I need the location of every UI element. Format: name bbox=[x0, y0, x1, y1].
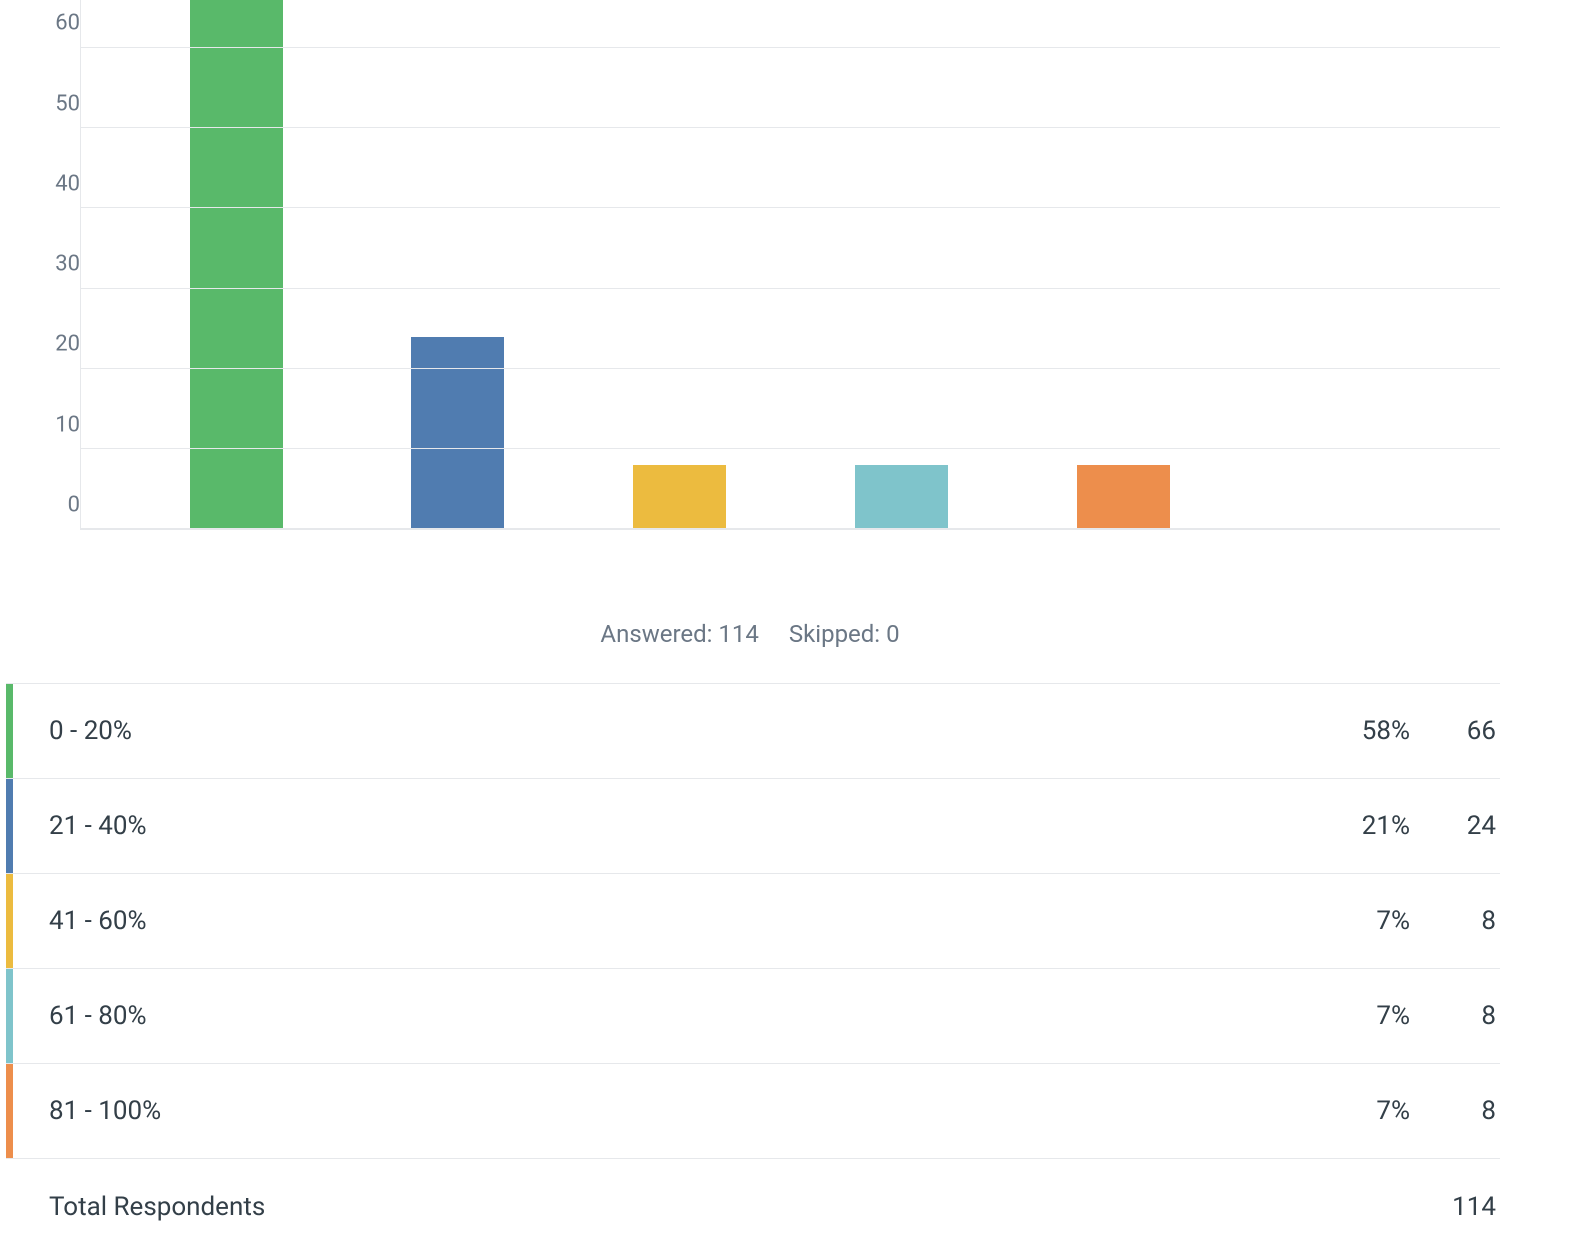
chart-bar bbox=[190, 0, 283, 529]
table-row: 0 - 20%58%66 bbox=[6, 683, 1500, 779]
table-row-percent: 7% bbox=[1290, 969, 1410, 1063]
table-row: 81 - 100%7%8 bbox=[6, 1063, 1500, 1159]
table-row-count: 8 bbox=[1410, 874, 1500, 968]
total-count: 114 bbox=[1410, 1192, 1500, 1222]
table-row-label: 61 - 80% bbox=[13, 969, 1290, 1063]
total-label: Total Respondents bbox=[13, 1192, 1290, 1222]
answered-count: Answered: 114 bbox=[600, 620, 758, 648]
chart-bar bbox=[1077, 465, 1170, 529]
table-row: 61 - 80%7%8 bbox=[6, 968, 1500, 1064]
table-row-percent: 7% bbox=[1290, 1064, 1410, 1158]
table-row-label: 21 - 40% bbox=[13, 779, 1290, 873]
y-axis-tick-label: 40 bbox=[20, 171, 80, 196]
table-row-count: 8 bbox=[1410, 1064, 1500, 1158]
results-table: 0 - 20%58%6621 - 40%21%2441 - 60%7%861 -… bbox=[6, 683, 1500, 1255]
y-axis-tick-label: 0 bbox=[20, 493, 80, 518]
color-swatch bbox=[6, 684, 13, 778]
color-swatch bbox=[6, 779, 13, 873]
y-axis-tick-label: 60 bbox=[20, 11, 80, 36]
color-swatch bbox=[6, 1064, 13, 1158]
chart-bar bbox=[855, 465, 948, 529]
chart-gridline bbox=[81, 127, 1500, 128]
chart-bars-layer bbox=[81, 0, 1500, 529]
color-swatch bbox=[6, 969, 13, 1063]
table-row-percent: 7% bbox=[1290, 874, 1410, 968]
chart-bar bbox=[633, 465, 726, 529]
table-row-label: 41 - 60% bbox=[13, 874, 1290, 968]
table-total-row: Total Respondents 114 bbox=[13, 1159, 1500, 1255]
y-axis-tick-label: 30 bbox=[20, 252, 80, 277]
y-axis-tick-label: 10 bbox=[20, 412, 80, 437]
chart-bar bbox=[411, 337, 504, 529]
table-row: 21 - 40%21%24 bbox=[6, 778, 1500, 874]
bar-chart: 0 10 20 30 40 50 60 bbox=[20, 0, 1500, 530]
table-row: 41 - 60%7%8 bbox=[6, 873, 1500, 969]
response-summary: Answered: 114 Skipped: 0 bbox=[0, 620, 1500, 648]
table-row-count: 66 bbox=[1410, 684, 1500, 778]
table-row-label: 81 - 100% bbox=[13, 1064, 1290, 1158]
table-row-percent: 21% bbox=[1290, 779, 1410, 873]
chart-plot-area bbox=[80, 0, 1500, 530]
table-row-label: 0 - 20% bbox=[13, 684, 1290, 778]
chart-gridline bbox=[81, 448, 1500, 449]
chart-gridline bbox=[81, 528, 1500, 529]
chart-gridline bbox=[81, 288, 1500, 289]
table-row-count: 8 bbox=[1410, 969, 1500, 1063]
chart-gridline bbox=[81, 207, 1500, 208]
y-axis-tick-label: 50 bbox=[20, 91, 80, 116]
y-axis-tick-label: 20 bbox=[20, 332, 80, 357]
skipped-count: Skipped: 0 bbox=[789, 620, 900, 648]
table-row-count: 24 bbox=[1410, 779, 1500, 873]
table-row-percent: 58% bbox=[1290, 684, 1410, 778]
chart-gridline bbox=[81, 368, 1500, 369]
color-swatch bbox=[6, 874, 13, 968]
chart-gridline bbox=[81, 47, 1500, 48]
